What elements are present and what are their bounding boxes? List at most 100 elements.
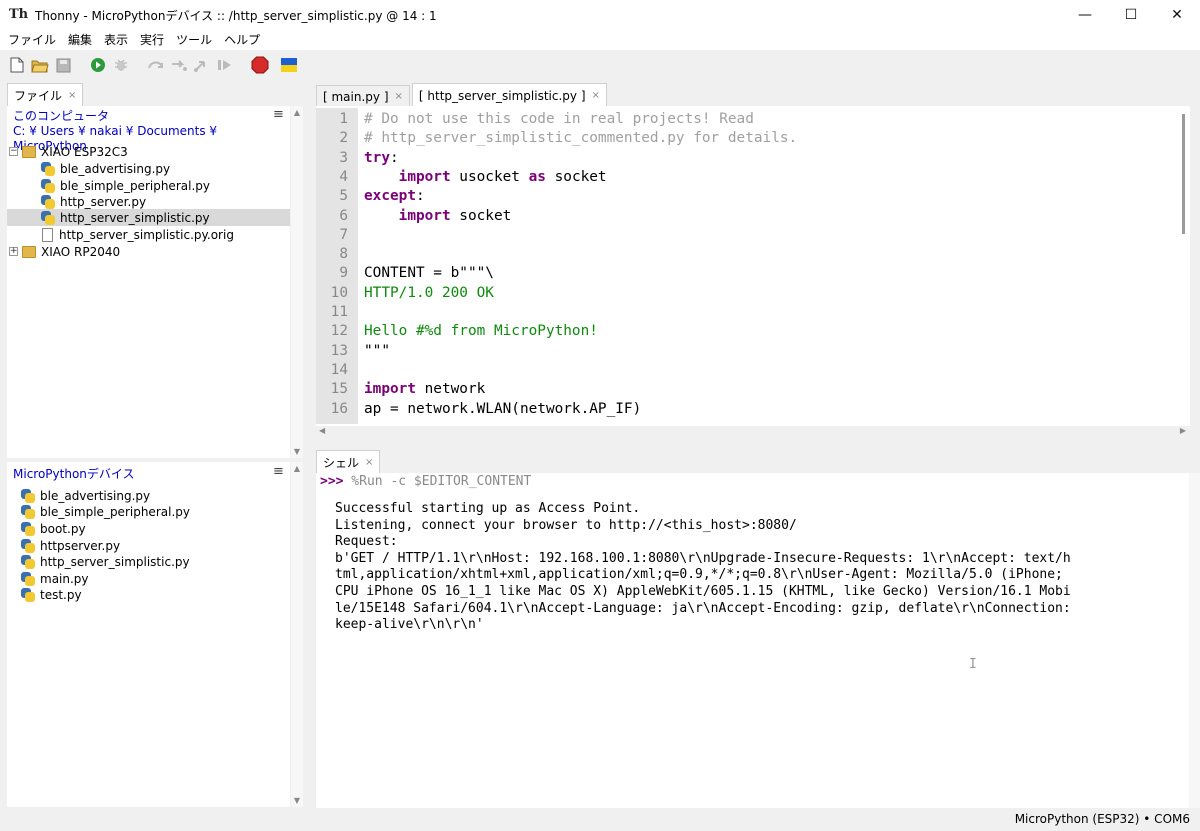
tree-item-label: http_server.py xyxy=(60,194,147,209)
code-line: except: xyxy=(364,187,425,206)
run-icon[interactable] xyxy=(89,56,107,74)
line-number: 9 xyxy=(339,265,348,282)
line-number: 15 xyxy=(330,381,348,398)
code-token: as xyxy=(528,168,546,185)
code-line: """ xyxy=(364,342,390,361)
code-token: except xyxy=(364,188,416,205)
menu-help[interactable]: ヘルプ xyxy=(218,30,266,50)
menu-run[interactable]: 実行 xyxy=(134,30,170,50)
new-file-icon[interactable] xyxy=(8,56,26,74)
device-file[interactable]: http_server_simplistic.py xyxy=(21,553,190,570)
scroll-up-icon[interactable]: ▲ xyxy=(291,464,303,473)
menu-tools[interactable]: ツール xyxy=(170,30,218,50)
computer-menu-icon[interactable]: ≡ xyxy=(273,107,284,122)
scroll-left-icon[interactable]: ◀ xyxy=(319,426,325,435)
step-over-icon[interactable] xyxy=(147,56,165,74)
tree-file[interactable]: ble_simple_peripheral.py xyxy=(41,177,210,194)
tree-file-selected[interactable]: http_server_simplistic.py xyxy=(7,209,290,226)
thonny-logo-icon: Th xyxy=(9,7,29,22)
code-line: import usocket as socket xyxy=(364,168,607,187)
code-token: # Do not use this code in real projects!… xyxy=(364,111,754,127)
minimize-button[interactable]: — xyxy=(1062,0,1108,30)
code-line: ap = network.WLAN(network.AP_IF) xyxy=(364,400,641,419)
python-file-icon xyxy=(21,538,35,553)
tree-file[interactable]: ble_advertising.py xyxy=(41,160,170,177)
shell-output-line: le/15E148 Safari/604.1\r\nAccept-Languag… xyxy=(335,600,1071,616)
python-file-icon xyxy=(41,178,55,193)
tab-close-icon[interactable]: × xyxy=(365,457,373,468)
scroll-right-icon[interactable]: ▶ xyxy=(1180,426,1186,435)
device-file[interactable]: ble_simple_peripheral.py xyxy=(21,503,190,520)
scroll-thumb[interactable] xyxy=(1182,114,1185,234)
device-menu-icon[interactable]: ≡ xyxy=(273,464,284,479)
shell-output-line: CPU iPhone OS 16_1_1 like Mac OS X) Appl… xyxy=(335,584,1071,599)
save-icon[interactable] xyxy=(54,56,72,74)
tab-files[interactable]: ファイル × xyxy=(7,83,84,107)
device-scrollbar[interactable]: ▲ ▼ xyxy=(291,462,303,807)
shell-scrollbar[interactable] xyxy=(1189,473,1200,808)
python-file-icon xyxy=(21,504,35,519)
tab-main-py[interactable]: [ main.py ] × xyxy=(316,85,410,107)
scroll-up-icon[interactable]: ▲ xyxy=(291,108,303,117)
tree-item-label: http_server_simplistic.py.orig xyxy=(59,227,234,242)
device-file[interactable]: ble_advertising.py xyxy=(21,487,150,504)
shell-prompt: >>> xyxy=(320,474,344,489)
expand-icon[interactable]: + xyxy=(9,247,18,256)
step-into-icon[interactable] xyxy=(170,56,188,74)
editor-vscrollbar[interactable] xyxy=(1178,106,1190,426)
code-token: # http_server_simplistic_commented.py fo… xyxy=(364,130,798,147)
menu-file[interactable]: ファイル xyxy=(2,30,62,50)
tree-item-label: http_server_simplistic.py xyxy=(60,210,210,225)
device-heading[interactable]: MicroPythonデバイス xyxy=(13,467,135,482)
python-file-icon xyxy=(21,554,35,569)
scroll-down-icon[interactable]: ▼ xyxy=(291,796,303,805)
device-file-label: main.py xyxy=(40,571,89,586)
shell-command-line: >>> %Run -c $EDITOR_CONTENT xyxy=(320,474,531,491)
computer-scrollbar[interactable]: ▲ ▼ xyxy=(291,106,303,458)
maximize-button[interactable]: ☐ xyxy=(1108,0,1154,30)
editor-hscrollbar[interactable]: ◀ ▶ xyxy=(316,426,1189,440)
computer-heading[interactable]: このコンピュータ xyxy=(13,109,290,124)
code-token: socket xyxy=(545,168,607,185)
stop-icon[interactable] xyxy=(251,56,269,74)
menu-view[interactable]: 表示 xyxy=(98,30,134,50)
shell-output-line: Listening, connect your browser to http:… xyxy=(335,517,797,533)
line-number: 1 xyxy=(339,111,348,127)
code-token: usocket xyxy=(450,168,529,185)
scroll-down-icon[interactable]: ▼ xyxy=(291,447,303,456)
step-out-icon[interactable] xyxy=(193,56,211,74)
tree-item-label: XIAO ESP32C3 xyxy=(41,144,128,159)
tab-http-server-simplistic[interactable]: [ http_server_simplistic.py ] × xyxy=(411,83,607,107)
close-window-button[interactable]: ✕ xyxy=(1154,0,1200,30)
python-file-icon xyxy=(21,571,35,586)
menu-edit[interactable]: 編集 xyxy=(62,30,98,50)
editor-tabstrip: [ main.py ] × [ http_server_simplistic.p… xyxy=(316,82,609,107)
python-file-icon xyxy=(41,210,55,225)
device-file[interactable]: httpserver.py xyxy=(21,537,120,554)
open-folder-icon[interactable] xyxy=(31,56,49,74)
tree-item-label: ble_advertising.py xyxy=(60,161,171,176)
resume-icon[interactable] xyxy=(216,56,234,74)
code-token: network xyxy=(415,381,486,398)
tree-item-label: ble_simple_peripheral.py xyxy=(60,178,210,193)
collapse-icon[interactable]: − xyxy=(9,147,18,156)
tab-files-label: ファイル xyxy=(14,89,63,103)
device-file[interactable]: main.py xyxy=(21,570,89,587)
tab-shell[interactable]: シェル × xyxy=(316,450,381,474)
tree-file[interactable]: http_server_simplistic.py.orig xyxy=(41,226,234,243)
tab-close-icon[interactable]: × xyxy=(395,91,403,102)
tree-folder-esp32c3[interactable]: − XIAO ESP32C3 xyxy=(9,143,128,160)
debug-icon[interactable] xyxy=(112,56,130,74)
python-file-icon xyxy=(21,521,35,536)
tree-file[interactable]: http_server.py xyxy=(41,193,146,210)
device-file[interactable]: test.py xyxy=(21,586,82,603)
code-line: try: xyxy=(364,149,399,168)
device-file[interactable]: boot.py xyxy=(21,520,86,537)
line-number: 6 xyxy=(339,207,348,224)
tab-close-icon[interactable]: × xyxy=(592,90,600,101)
tree-folder-rp2040[interactable]: + XIAO RP2040 xyxy=(9,243,120,260)
tab-close-icon[interactable]: × xyxy=(68,90,76,101)
line-number: 4 xyxy=(339,168,348,185)
ukraine-flag-icon[interactable] xyxy=(280,56,298,74)
interpreter-status[interactable]: MicroPython (ESP32) • COM6 xyxy=(1015,812,1190,826)
